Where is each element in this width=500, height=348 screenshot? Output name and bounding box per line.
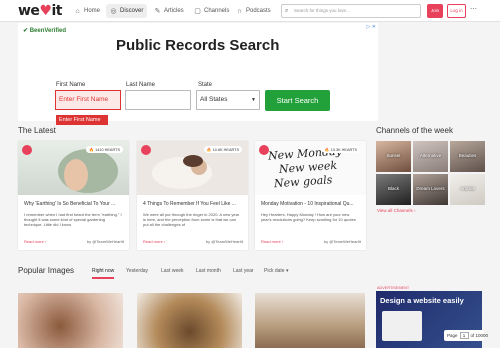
nav-podcasts[interactable]: ∩ Podcasts <box>232 4 275 18</box>
channel-tile[interactable]: Dream Lovers <box>413 174 448 205</box>
last-name-field[interactable] <box>125 90 191 110</box>
article-image: 🔥 1410 HEARTS <box>18 141 129 195</box>
article-card[interactable]: New Monday New week New goals 🔥 13.3K HE… <box>255 141 366 250</box>
popular-image-cupcakes[interactable] <box>18 293 123 348</box>
channel-tile[interactable]: Alternative <box>413 141 448 172</box>
nav-discover[interactable]: ◎ Discover <box>106 4 148 18</box>
article-card[interactable]: 🔥 10.6K HEARTS 4 Things To Remember If Y… <box>137 141 248 250</box>
tab-right-now[interactable]: Right now <box>92 268 115 279</box>
chevron-down-icon: ▼ <box>251 97 256 103</box>
tab-last-week[interactable]: Last week <box>161 268 184 274</box>
article-title[interactable]: 4 Things To Remember If You Feel Like ..… <box>137 195 248 207</box>
pencil-icon: ✎ <box>154 7 161 15</box>
tab-last-year[interactable]: Last year <box>233 268 254 274</box>
tab-last-month[interactable]: Last month <box>196 268 221 274</box>
article-author[interactable]: by @TeamWeHeartIt <box>206 239 243 244</box>
image-pager: Page 1 of 10000 <box>444 330 488 341</box>
article-badge-icon <box>141 145 151 155</box>
tab-pick-date[interactable]: Pick date ▾ <box>264 268 288 274</box>
compass-icon: ◎ <box>110 7 117 15</box>
nav-articles[interactable]: ✎ Articles <box>150 4 188 18</box>
latest-heading: The Latest <box>18 126 56 135</box>
channel-tile[interactable]: Articles <box>450 174 485 205</box>
advert-illustration <box>382 311 422 341</box>
first-name-error: Enter First Name <box>56 115 108 125</box>
popular-heading: Popular Images <box>18 266 75 275</box>
article-excerpt: Hey Hearters, Happy Monday ! How are you… <box>261 212 356 222</box>
first-name-field[interactable]: Enter First Name <box>55 90 121 110</box>
start-search-button[interactable]: Start Search <box>265 90 330 111</box>
ad-brand-logo[interactable]: ✔ BeenVerified <box>23 27 66 34</box>
article-excerpt: We were all put through the ringer in 20… <box>143 212 240 227</box>
article-title[interactable]: Why 'Earthing' Is So Beneficial To Your … <box>18 195 129 207</box>
ad-title: Public Records Search <box>116 37 280 54</box>
search-input[interactable]: ⌕ Search for things you love... <box>281 4 421 18</box>
more-icon[interactable]: ⋯ <box>470 5 477 13</box>
article-badge-icon <box>259 145 269 155</box>
search-icon: ⌕ <box>285 8 289 14</box>
hearts-count: 🔥 13.3K HEARTS <box>321 146 360 153</box>
last-name-label: Last Name <box>126 82 156 88</box>
headphones-icon: ∩ <box>236 7 243 15</box>
ad-banner: ✔ BeenVerified ▷ ✕ Public Records Search… <box>18 23 378 125</box>
page-input[interactable]: 1 <box>459 332 469 340</box>
advertisement-label: ADVERTISEMENT <box>377 286 410 290</box>
hearts-count: 🔥 10.6K HEARTS <box>203 146 242 153</box>
channel-tile[interactable]: Black <box>376 174 411 205</box>
article-image: New Monday New week New goals 🔥 13.3K HE… <box>255 141 366 195</box>
read-more-link[interactable]: Read more › <box>143 239 165 244</box>
article-title[interactable]: Monday Motivation - 10 Inspirational Qu.… <box>255 195 366 207</box>
channels-icon: ▢ <box>194 7 201 15</box>
article-card[interactable]: 🔥 1410 HEARTS Why 'Earthing' Is So Benef… <box>18 141 129 250</box>
join-button[interactable]: Join <box>427 4 443 18</box>
top-bar: we♥it ⌂ Home ◎ Discover ✎ Articles ▢ Channel… <box>0 0 500 22</box>
article-author[interactable]: by @TeamWeHeartIt <box>324 239 361 244</box>
state-select[interactable]: All States ▼ <box>196 90 260 110</box>
article-image: 🔥 10.6K HEARTS <box>137 141 248 195</box>
home-icon: ⌂ <box>75 7 80 15</box>
heart-icon: ♥ <box>39 3 52 19</box>
read-more-link[interactable]: Read more › <box>261 239 283 244</box>
channel-tile[interactable]: Sunset <box>376 141 411 172</box>
tab-yesterday[interactable]: Yesterday <box>126 268 148 274</box>
first-name-label: First Name <box>56 82 86 88</box>
ad-close-icon[interactable]: ▷ ✕ <box>367 24 376 30</box>
login-button[interactable]: Log in <box>447 4 466 18</box>
nav-home[interactable]: ⌂ Home <box>70 4 104 18</box>
hearts-count: 🔥 1410 HEARTS <box>86 146 123 153</box>
article-badge-icon <box>22 145 32 155</box>
state-label: State <box>198 82 213 88</box>
read-more-link[interactable]: Read more › <box>24 239 46 244</box>
popular-image-cinnamon-rolls[interactable] <box>137 293 242 348</box>
popular-image-glasses[interactable] <box>255 293 365 348</box>
article-author[interactable]: by @TeamWeHeartIt <box>87 239 124 244</box>
nav-channels[interactable]: ▢ Channels <box>190 4 233 18</box>
channel-tile[interactable]: Beauties <box>450 141 485 172</box>
advert-text: Design a website easily <box>380 296 464 305</box>
article-excerpt: I remember when I had first heard the te… <box>24 212 122 227</box>
site-logo[interactable]: we♥it <box>18 3 62 19</box>
channels-heading: Channels of the week <box>376 126 453 135</box>
view-all-channels-link[interactable]: View all Channels › <box>377 208 415 213</box>
